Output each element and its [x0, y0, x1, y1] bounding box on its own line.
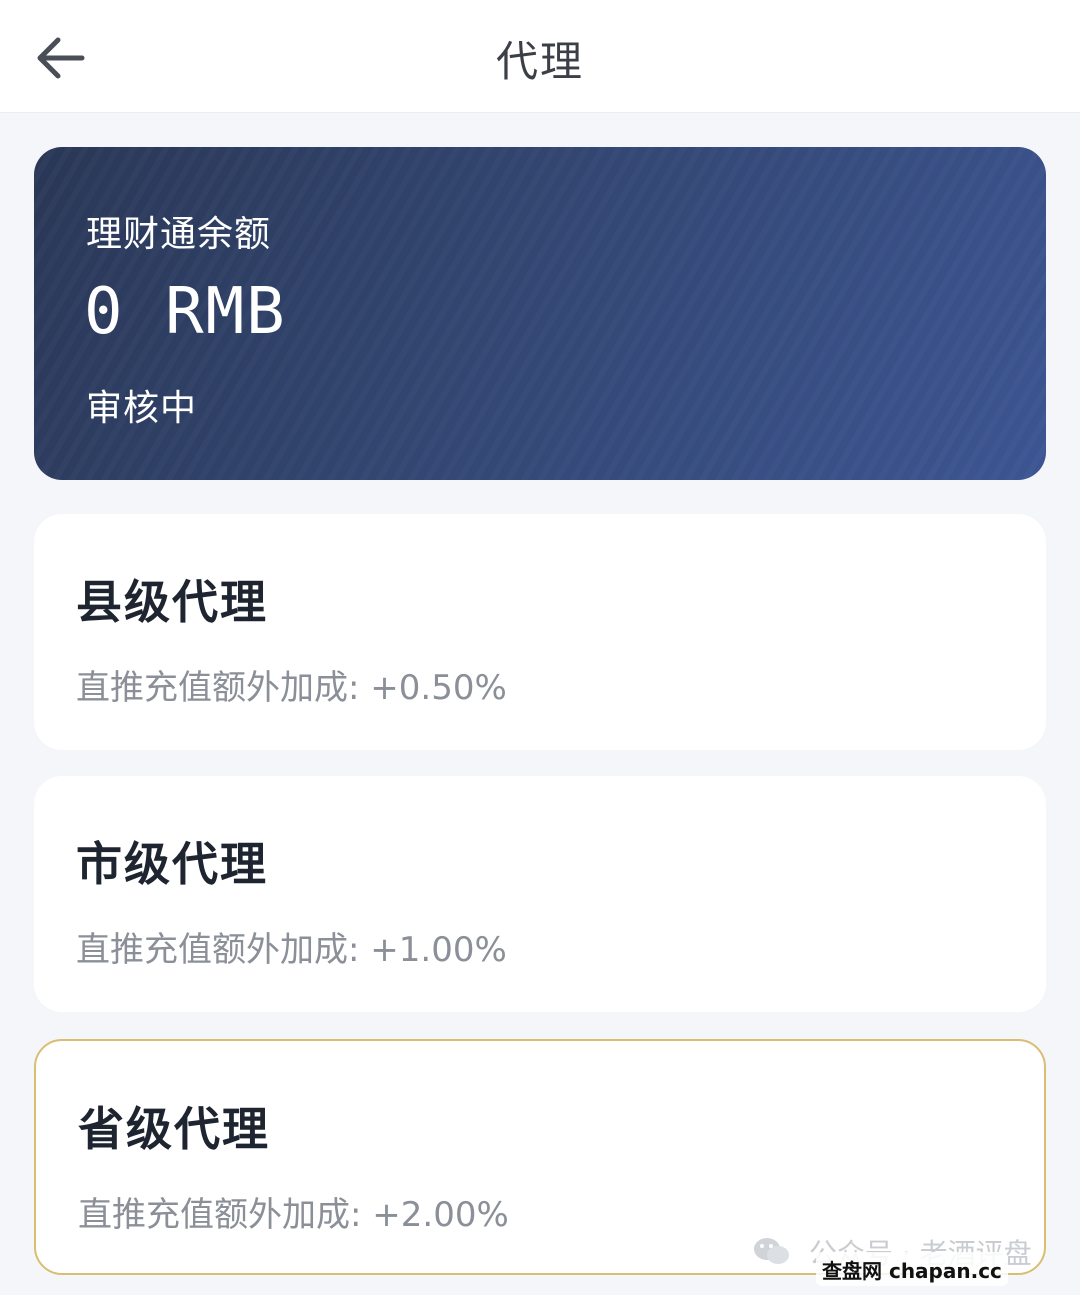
- agent-level-title: 省级代理: [78, 1102, 270, 1156]
- agent-level-bonus: 直推充值额外加成: +0.50%: [76, 668, 507, 708]
- page-title: 代理: [495, 37, 584, 86]
- wechat-icon: [752, 1236, 792, 1275]
- balance-label: 理财通余额: [86, 214, 272, 255]
- balance-card: 理财通余额 0 RMB 审核中: [34, 147, 1046, 480]
- agent-level-bonus: 直推充值额外加成: +1.00%: [76, 930, 507, 970]
- top-nav-bar: 代理: [0, 0, 1080, 113]
- balance-amount: 0 RMB: [84, 275, 287, 349]
- agent-level-title: 县级代理: [76, 575, 268, 629]
- agent-level-title: 市级代理: [76, 837, 268, 891]
- agent-level-bonus: 直推充值额外加成: +2.00%: [78, 1195, 509, 1235]
- agent-level-county-card[interactable]: 县级代理 直推充值额外加成: +0.50%: [34, 514, 1046, 750]
- site-badge-text: 查盘网 chapan.cc: [822, 1258, 1002, 1283]
- agent-level-city-card[interactable]: 市级代理 直推充值额外加成: +1.00%: [34, 776, 1046, 1012]
- site-badge: 查盘网 chapan.cc: [816, 1252, 1008, 1286]
- balance-status: 审核中: [86, 388, 198, 429]
